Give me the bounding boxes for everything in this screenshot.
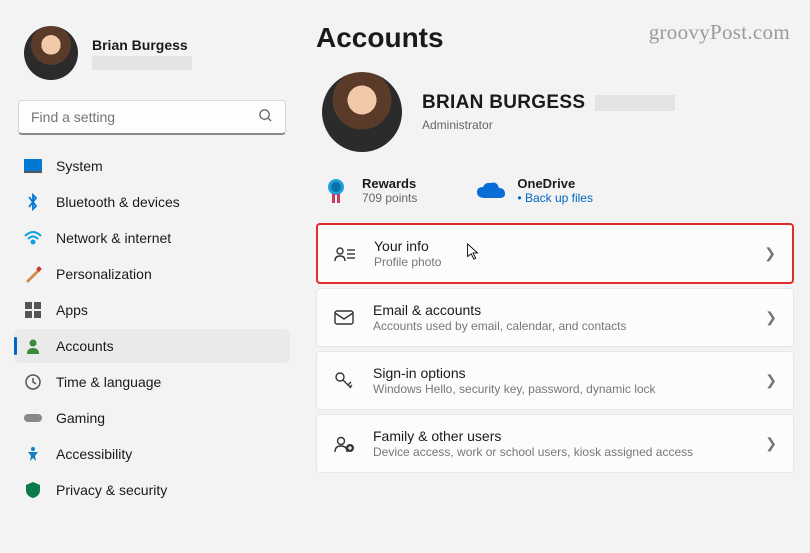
nav-gaming[interactable]: Gaming <box>14 401 290 435</box>
user-name: Brian Burgess <box>92 37 192 53</box>
card-sub: Device access, work or school users, kio… <box>373 445 747 459</box>
paintbrush-icon <box>24 265 42 283</box>
rewards-icon <box>322 177 350 205</box>
display-icon <box>24 157 42 175</box>
clock-icon <box>24 373 42 391</box>
wifi-icon <box>24 229 42 247</box>
nav-label: Accessibility <box>56 446 132 462</box>
nav-system[interactable]: System <box>14 149 290 183</box>
person-icon <box>24 337 42 355</box>
hero-name: BRIAN BURGESS <box>422 92 585 114</box>
people-plus-icon <box>333 435 355 453</box>
nav-apps[interactable]: Apps <box>14 293 290 327</box>
nav-time-language[interactable]: Time & language <box>14 365 290 399</box>
nav-personalization[interactable]: Personalization <box>14 257 290 291</box>
rewards-tile[interactable]: Rewards 709 points <box>322 176 417 205</box>
search-icon <box>258 108 273 126</box>
search-box[interactable] <box>18 100 286 135</box>
hero-role: Administrator <box>422 118 675 132</box>
shield-icon <box>24 481 42 499</box>
nav-label: Time & language <box>56 374 161 390</box>
nav-label: Personalization <box>56 266 152 282</box>
chevron-right-icon: ❯ <box>765 309 777 326</box>
cursor-icon <box>466 243 480 261</box>
current-user[interactable]: Brian Burgess <box>14 20 290 96</box>
card-sub: Windows Hello, security key, password, d… <box>373 382 747 396</box>
hero-avatar <box>322 72 402 152</box>
hero-redacted <box>595 95 675 111</box>
card-family-users[interactable]: Family & other users Device access, work… <box>316 414 794 473</box>
nav-label: Privacy & security <box>56 482 167 498</box>
sidebar: Brian Burgess System Bluetooth & devices… <box>6 6 298 547</box>
cloud-icon <box>477 177 505 205</box>
chevron-right-icon: ❯ <box>764 245 776 262</box>
card-sub: Profile photo <box>374 255 746 269</box>
gamepad-icon <box>24 409 42 427</box>
person-card-icon <box>334 245 356 263</box>
avatar <box>24 26 78 80</box>
main-content: groovyPost.com Accounts BRIAN BURGESS Ad… <box>298 6 804 547</box>
chevron-right-icon: ❯ <box>765 435 777 452</box>
key-icon <box>333 371 355 391</box>
card-title: Family & other users <box>373 428 747 444</box>
nav-label: System <box>56 158 103 174</box>
card-your-info[interactable]: Your info Profile photo ❯ <box>316 223 794 284</box>
nav-privacy[interactable]: Privacy & security <box>14 473 290 507</box>
search-input[interactable] <box>31 109 258 125</box>
accessibility-icon <box>24 445 42 463</box>
card-sub: Accounts used by email, calendar, and co… <box>373 319 747 333</box>
nav-label: Bluetooth & devices <box>56 194 180 210</box>
nav-label: Accounts <box>56 338 114 354</box>
nav-network[interactable]: Network & internet <box>14 221 290 255</box>
nav-accessibility[interactable]: Accessibility <box>14 437 290 471</box>
watermark: groovyPost.com <box>649 20 790 45</box>
user-email-redacted <box>92 56 192 70</box>
bluetooth-icon <box>24 193 42 211</box>
nav-label: Network & internet <box>56 230 171 246</box>
card-title: Email & accounts <box>373 302 747 318</box>
card-title: Sign-in options <box>373 365 747 381</box>
chevron-right-icon: ❯ <box>765 372 777 389</box>
onedrive-label: OneDrive <box>517 176 593 191</box>
nav-label: Apps <box>56 302 88 318</box>
onedrive-tile[interactable]: OneDrive • Back up files <box>477 176 593 205</box>
mail-icon <box>333 310 355 325</box>
card-title: Your info <box>374 238 746 254</box>
card-signin-options[interactable]: Sign-in options Windows Hello, security … <box>316 351 794 410</box>
apps-icon <box>24 301 42 319</box>
card-email-accounts[interactable]: Email & accounts Accounts used by email,… <box>316 288 794 347</box>
account-hero: BRIAN BURGESS Administrator <box>316 72 794 152</box>
nav-label: Gaming <box>56 410 105 426</box>
rewards-sub: 709 points <box>362 191 417 205</box>
nav-accounts[interactable]: Accounts <box>14 329 290 363</box>
onedrive-sub[interactable]: • Back up files <box>517 191 593 205</box>
nav-bluetooth[interactable]: Bluetooth & devices <box>14 185 290 219</box>
rewards-label: Rewards <box>362 176 417 191</box>
